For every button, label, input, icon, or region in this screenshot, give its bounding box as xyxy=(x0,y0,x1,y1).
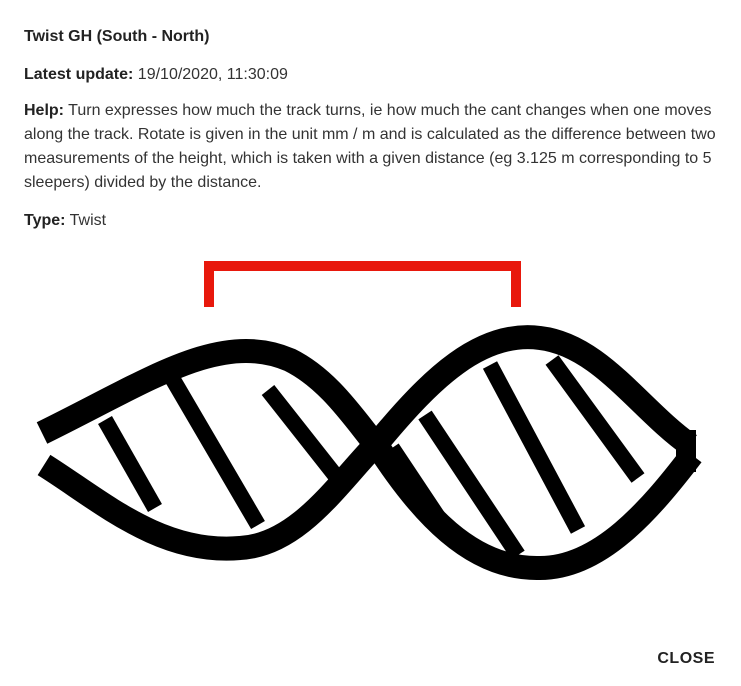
help-label: Help: xyxy=(24,102,64,119)
rail-b xyxy=(37,325,698,561)
latest-update-row: Latest update: 19/10/2020, 11:30:09 xyxy=(24,63,724,87)
track-twist-illustration xyxy=(36,261,702,581)
help-text: Turn expresses how much the track turns,… xyxy=(24,102,716,191)
type-row: Type: Twist xyxy=(24,209,724,233)
dialog-content: Twist GH (South - North) Latest update: … xyxy=(24,26,724,245)
latest-update-value: 19/10/2020, 11:30:09 xyxy=(137,66,288,83)
type-label: Type: xyxy=(24,212,66,229)
measurement-bracket xyxy=(204,261,521,307)
twist-info-dialog: Twist GH (South - North) Latest update: … xyxy=(0,0,741,686)
type-value: Twist xyxy=(69,212,107,229)
help-row: Help: Turn expresses how much the track … xyxy=(24,99,724,195)
dialog-title: Twist GH (South - North) xyxy=(24,28,210,45)
close-button[interactable]: CLOSE xyxy=(657,650,715,668)
latest-update-label: Latest update: xyxy=(24,66,134,83)
rail-end-cap xyxy=(676,430,696,472)
